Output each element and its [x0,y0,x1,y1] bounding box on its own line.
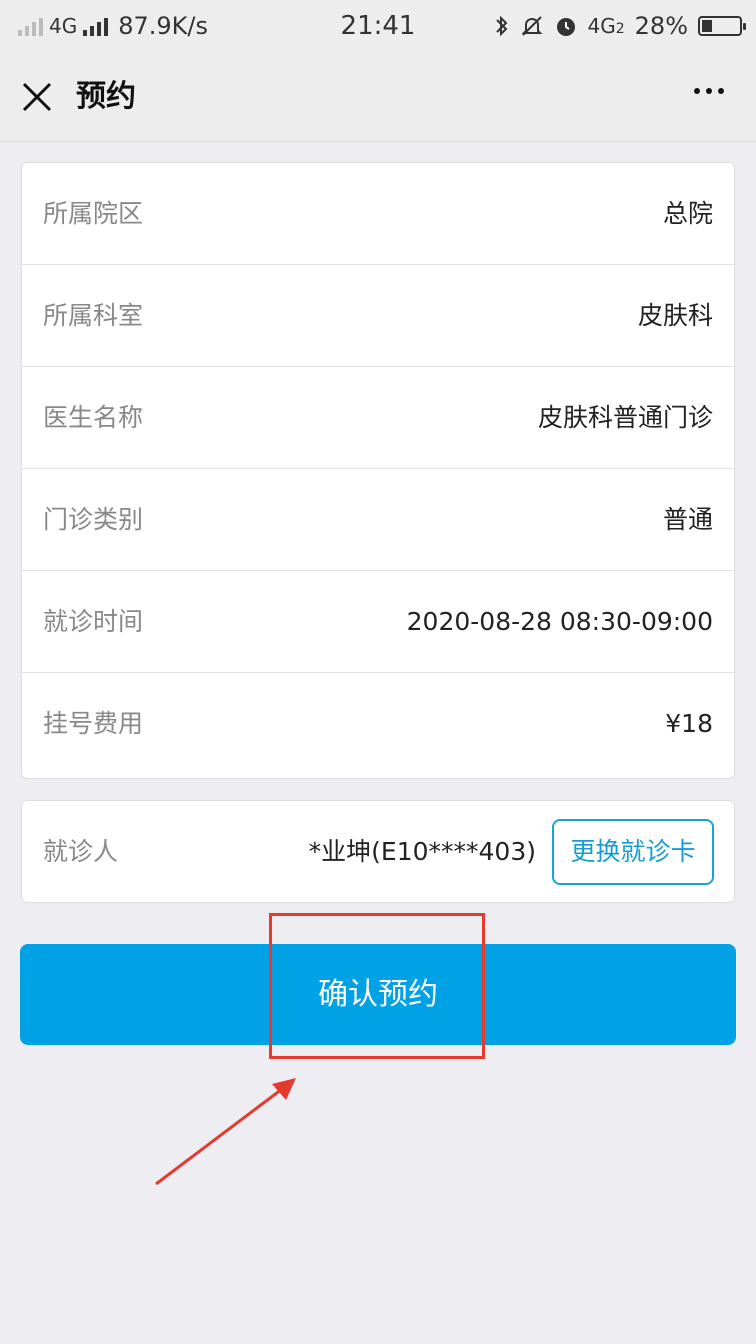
info-value: 皮肤科普通门诊 [537,403,713,432]
info-label: 挂号费用 [43,709,144,738]
annotation-arrow-icon [155,1078,296,1186]
screen: 4G 87.9K/s 21:41 4G2 28% 预约 所属院区 总院 所属科室… [0,0,756,1344]
more-dot [718,88,724,94]
info-label: 门诊类别 [43,505,144,534]
network-type-right-sub: 2 [615,21,625,37]
change-card-button[interactable]: 更换就诊卡 [552,819,714,885]
network-type-right: 4G2 [588,14,625,38]
info-value: 2020-08-28 08:30-09:00 [406,607,713,636]
info-label: 就诊时间 [43,607,144,636]
more-dot [694,88,700,94]
info-row-campus: 所属院区 总院 [22,163,734,265]
more-icon[interactable] [694,88,724,94]
patient-card: 就诊人 *业坤(E10****403) 更换就诊卡 [21,800,735,903]
info-row-clinic-type: 门诊类别 普通 [22,469,734,571]
battery-percent: 28% [634,12,688,40]
info-value: 皮肤科 [637,301,713,330]
info-label: 所属院区 [43,199,144,228]
status-right: 4G2 28% [494,10,746,42]
info-label: 医生名称 [43,403,144,432]
nav-bar: 预约 [0,52,756,142]
info-row-fee: 挂号费用 ¥18 [22,673,734,775]
info-row-visit-time: 就诊时间 2020-08-28 08:30-09:00 [22,571,734,673]
info-value: 总院 [662,199,713,228]
info-label: 所属科室 [43,301,144,330]
alarm-icon [556,18,575,36]
battery-fill [702,20,712,32]
patient-label: 就诊人 [43,837,119,866]
network-type-right-label: 4G [587,14,616,38]
info-row-department: 所属科室 皮肤科 [22,265,734,367]
battery-icon [698,16,746,36]
more-dot [706,88,712,94]
close-icon[interactable] [20,80,54,114]
patient-name: *业坤(E10****403) [308,837,536,866]
info-value: 普通 [662,505,713,534]
bluetooth-icon [495,15,507,37]
info-value: ¥18 [665,709,713,738]
page-title: 预约 [76,79,136,114]
info-row-doctor: 医生名称 皮肤科普通门诊 [22,367,734,469]
status-bar: 4G 87.9K/s 21:41 4G2 28% [0,0,756,52]
confirm-appointment-button[interactable]: 确认预约 [20,944,736,1045]
appointment-info-card: 所属院区 总院 所属科室 皮肤科 医生名称 皮肤科普通门诊 门诊类别 普通 就诊… [21,162,735,779]
mute-bell-icon [521,16,542,36]
